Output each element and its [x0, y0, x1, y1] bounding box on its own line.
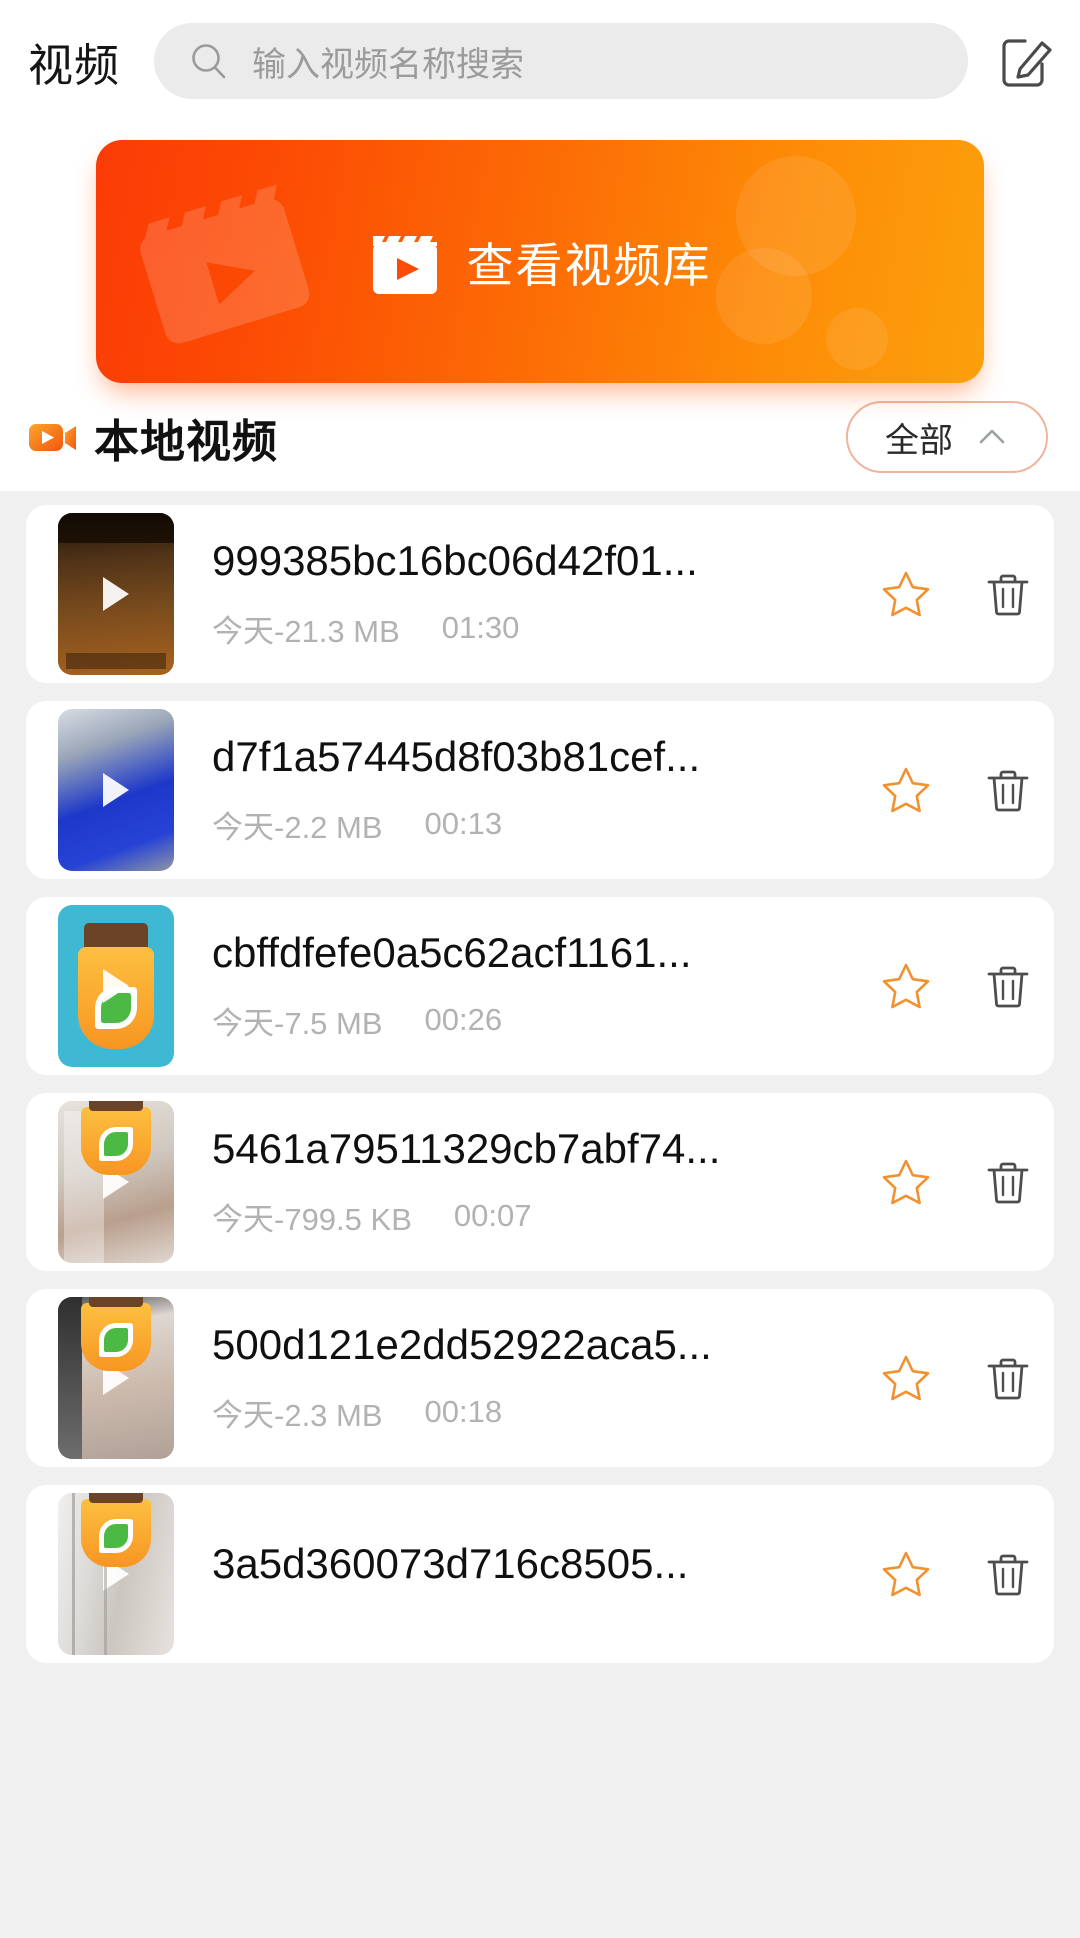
banner-section: 查看视频库 — [0, 122, 1080, 383]
star-outline-icon[interactable] — [880, 568, 932, 620]
search-input[interactable]: 输入视频名称搜索 — [154, 23, 968, 99]
play-overlay-icon — [103, 773, 129, 807]
video-meta: 今天-7.5 MB 00:26 — [212, 998, 868, 1043]
video-filename: 5461a79511329cb7abf74... — [212, 1125, 721, 1173]
local-video-list[interactable]: 999385bc16bc06d42f01... 今天-21.3 MB 01:30 d7… — [0, 491, 1080, 1938]
page-title: 视频 — [28, 39, 121, 91]
video-info: d7f1a57445d8f03b81cef... 今天-2.2 MB 00:13 — [212, 733, 880, 846]
video-meta: 今天-2.2 MB 00:13 — [212, 802, 868, 847]
app-header: 视频 输入视频名称搜索 — [0, 0, 1080, 122]
video-duration: 01:30 — [441, 610, 520, 646]
sticker-leaf — [99, 1323, 133, 1357]
play-overlay-icon — [103, 577, 129, 611]
video-row-actions — [880, 568, 1032, 620]
video-meta: 今天-2.3 MB 00:18 — [212, 1390, 868, 1435]
video-date-size: 今天-21.3 MB — [212, 613, 400, 649]
star-outline-icon[interactable] — [880, 764, 932, 816]
video-row-actions — [880, 1156, 1032, 1208]
video-duration: 00:26 — [424, 1002, 503, 1038]
video-thumbnail[interactable] — [58, 513, 174, 675]
trash-can-icon[interactable] — [984, 962, 1032, 1010]
filter-label: 全部 — [885, 421, 953, 460]
banner-label: 查看视频库 — [466, 239, 712, 292]
trash-can-icon[interactable] — [984, 1158, 1032, 1206]
video-filename: d7f1a57445d8f03b81cef... — [212, 733, 701, 781]
video-filename: 999385bc16bc06d42f01... — [212, 537, 698, 585]
trash-can-icon[interactable] — [984, 766, 1032, 814]
video-info: 5461a79511329cb7abf74... 今天-799.5 KB 00:07 — [212, 1125, 880, 1238]
star-outline-icon[interactable] — [880, 1352, 932, 1404]
trash-can-icon[interactable] — [984, 1354, 1032, 1402]
banner-content: 查看视频库 — [369, 226, 712, 298]
compose-edit-icon[interactable] — [998, 33, 1054, 89]
video-camera-icon — [26, 411, 78, 463]
chevron-up-icon — [975, 420, 1009, 454]
sticker-leaf — [99, 1519, 133, 1553]
video-thumbnail[interactable] — [58, 1493, 174, 1655]
video-list-item[interactable]: 500d121e2dd52922aca5... 今天-2.3 MB 00:18 — [26, 1289, 1054, 1467]
play-overlay-icon — [103, 969, 129, 1003]
video-library-banner[interactable]: 查看视频库 — [96, 140, 984, 383]
video-filename: 3a5d360073d716c8505... — [212, 1539, 689, 1587]
video-date-size: 今天-7.5 MB — [212, 1005, 383, 1041]
trash-can-icon[interactable] — [984, 570, 1032, 618]
sticker-lid — [89, 1297, 143, 1307]
video-row-actions — [880, 960, 1032, 1012]
section-title: 本地视频 — [94, 415, 279, 467]
video-row-actions — [880, 1548, 1032, 1600]
search-icon — [188, 40, 230, 82]
search-placeholder: 输入视频名称搜索 — [252, 45, 525, 84]
star-outline-icon[interactable] — [880, 1156, 932, 1208]
video-filename: 500d121e2dd52922aca5... — [212, 1321, 712, 1369]
video-thumbnail[interactable] — [58, 905, 174, 1067]
clapperboard-play-icon — [369, 226, 441, 298]
video-row-actions — [880, 1352, 1032, 1404]
trash-can-icon[interactable] — [984, 1550, 1032, 1598]
video-list-item[interactable]: 999385bc16bc06d42f01... 今天-21.3 MB 01:30 — [26, 505, 1054, 683]
star-outline-icon[interactable] — [880, 960, 932, 1012]
video-row-actions — [880, 764, 1032, 816]
video-meta: 今天-799.5 KB 00:07 — [212, 1194, 868, 1239]
sticker-leaf — [99, 1127, 133, 1161]
video-list-item[interactable]: 5461a79511329cb7abf74... 今天-799.5 KB 00:07 — [26, 1093, 1054, 1271]
video-date-size: 今天-2.2 MB — [212, 809, 383, 845]
jar-sticker-overlay — [77, 1297, 155, 1379]
video-thumbnail[interactable] — [58, 1297, 174, 1459]
video-thumbnail[interactable] — [58, 1101, 174, 1263]
sticker-lid — [89, 1101, 143, 1111]
video-duration: 00:13 — [424, 806, 503, 842]
video-info: 3a5d360073d716c8505... — [212, 1540, 880, 1608]
decorative-bubble — [826, 308, 888, 370]
video-meta: 今天-21.3 MB 01:30 — [212, 606, 868, 651]
star-outline-icon[interactable] — [880, 1548, 932, 1600]
jar-sticker-overlay — [77, 1101, 155, 1183]
filter-all-button[interactable]: 全部 — [846, 401, 1048, 473]
video-list-item[interactable]: d7f1a57445d8f03b81cef... 今天-2.2 MB 00:13 — [26, 701, 1054, 879]
video-list-item[interactable]: 3a5d360073d716c8505... — [26, 1485, 1054, 1663]
video-duration: 00:07 — [453, 1198, 532, 1234]
decorative-bubble — [716, 248, 812, 344]
sticker-lid — [89, 1493, 143, 1503]
video-thumbnail[interactable] — [58, 709, 174, 871]
video-duration: 00:18 — [424, 1394, 503, 1430]
video-info: 500d121e2dd52922aca5... 今天-2.3 MB 00:18 — [212, 1321, 880, 1434]
video-filename: cbffdfefe0a5c62acf1161... — [212, 929, 692, 977]
video-info: cbffdfefe0a5c62acf1161... 今天-7.5 MB 00:26 — [212, 929, 880, 1042]
jar-sticker-overlay — [77, 1493, 155, 1575]
local-videos-section-header: 本地视频 全部 — [0, 383, 1080, 491]
decorative-clapperboard-icon — [110, 148, 332, 370]
video-date-size: 今天-2.3 MB — [212, 1397, 383, 1433]
video-info: 999385bc16bc06d42f01... 今天-21.3 MB 01:30 — [212, 537, 880, 650]
video-list-item[interactable]: cbffdfefe0a5c62acf1161... 今天-7.5 MB 00:26 — [26, 897, 1054, 1075]
video-date-size: 今天-799.5 KB — [212, 1201, 412, 1237]
